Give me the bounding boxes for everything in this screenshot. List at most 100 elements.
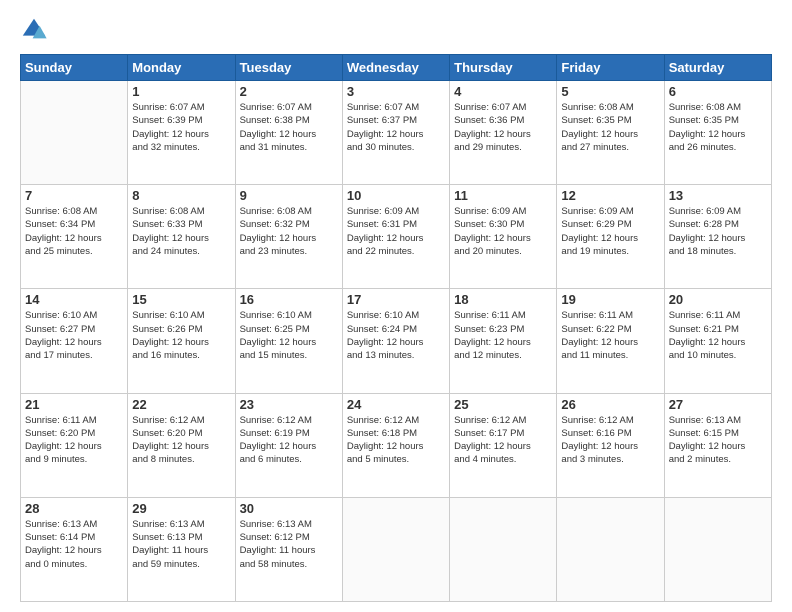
- day-number: 18: [454, 292, 552, 307]
- day-number: 11: [454, 188, 552, 203]
- weekday-header-wednesday: Wednesday: [342, 55, 449, 81]
- calendar-cell: 3 Sunrise: 6:07 AMSunset: 6:37 PMDaylight…: [342, 81, 449, 185]
- day-number: 6: [669, 84, 767, 99]
- logo-icon: [20, 16, 48, 44]
- calendar-cell: 21 Sunrise: 6:11 AMSunset: 6:20 PMDayligh…: [21, 393, 128, 497]
- day-number: 20: [669, 292, 767, 307]
- calendar-week-row: 7Sunrise: 6:08 AMSunset: 6:34 PMDaylight…: [21, 185, 772, 289]
- calendar-cell: 28 Sunrise: 6:13 AMSunset: 6:14 PMDayligh…: [21, 497, 128, 601]
- day-info: Sunrise: 6:11 AMSunset: 6:23 PMDaylight:…: [454, 309, 552, 362]
- day-number: 26: [561, 397, 659, 412]
- day-number: 21: [25, 397, 123, 412]
- day-info: Sunrise: 6:08 AMSunset: 6:35 PMDaylight:…: [669, 101, 767, 154]
- day-number: 9: [240, 188, 338, 203]
- day-number: 3: [347, 84, 445, 99]
- calendar-cell: 10 Sunrise: 6:09 AMSunset: 6:31 PMDayligh…: [342, 185, 449, 289]
- weekday-header-tuesday: Tuesday: [235, 55, 342, 81]
- calendar-cell: 24 Sunrise: 6:12 AMSunset: 6:18 PMDayligh…: [342, 393, 449, 497]
- calendar-cell: 20Sunrise: 6:11 AMSunset: 6:21 PMDayligh…: [664, 289, 771, 393]
- day-number: 1: [132, 84, 230, 99]
- calendar-cell: 15 Sunrise: 6:10 AMSunset: 6:26 PMDayligh…: [128, 289, 235, 393]
- day-number: 23: [240, 397, 338, 412]
- day-number: 4: [454, 84, 552, 99]
- weekday-header-friday: Friday: [557, 55, 664, 81]
- day-info: Sunrise: 6:09 AMSunset: 6:30 PMDaylight:…: [454, 205, 552, 258]
- calendar-cell: 27Sunrise: 6:13 AMSunset: 6:15 PMDayligh…: [664, 393, 771, 497]
- calendar-cell: 8 Sunrise: 6:08 AMSunset: 6:33 PMDaylight…: [128, 185, 235, 289]
- day-info: Sunrise: 6:07 AMSunset: 6:38 PMDaylight:…: [240, 101, 338, 154]
- day-info: Sunrise: 6:12 AMSunset: 6:20 PMDaylight:…: [132, 414, 230, 467]
- day-info: Sunrise: 6:07 AMSunset: 6:39 PMDaylight:…: [132, 101, 230, 154]
- calendar-cell: 6 Sunrise: 6:08 AMSunset: 6:35 PMDaylight…: [664, 81, 771, 185]
- weekday-header-monday: Monday: [128, 55, 235, 81]
- calendar-cell: 7Sunrise: 6:08 AMSunset: 6:34 PMDaylight…: [21, 185, 128, 289]
- day-info: Sunrise: 6:12 AMSunset: 6:19 PMDaylight:…: [240, 414, 338, 467]
- day-number: 16: [240, 292, 338, 307]
- day-number: 14: [25, 292, 123, 307]
- day-number: 13: [669, 188, 767, 203]
- calendar-body: 1 Sunrise: 6:07 AMSunset: 6:39 PMDaylight…: [21, 81, 772, 602]
- day-info: Sunrise: 6:12 AMSunset: 6:16 PMDaylight:…: [561, 414, 659, 467]
- day-info: Sunrise: 6:12 AMSunset: 6:17 PMDaylight:…: [454, 414, 552, 467]
- calendar-cell: 12 Sunrise: 6:09 AMSunset: 6:29 PMDayligh…: [557, 185, 664, 289]
- calendar-header: SundayMondayTuesdayWednesdayThursdayFrid…: [21, 55, 772, 81]
- day-info: Sunrise: 6:07 AMSunset: 6:36 PMDaylight:…: [454, 101, 552, 154]
- day-info: Sunrise: 6:10 AMSunset: 6:25 PMDaylight:…: [240, 309, 338, 362]
- day-info: Sunrise: 6:09 AMSunset: 6:31 PMDaylight:…: [347, 205, 445, 258]
- day-info: Sunrise: 6:11 AMSunset: 6:22 PMDaylight:…: [561, 309, 659, 362]
- day-number: 28: [25, 501, 123, 516]
- day-info: Sunrise: 6:08 AMSunset: 6:33 PMDaylight:…: [132, 205, 230, 258]
- calendar-cell: 2 Sunrise: 6:07 AMSunset: 6:38 PMDaylight…: [235, 81, 342, 185]
- day-number: 29: [132, 501, 230, 516]
- weekday-header-saturday: Saturday: [664, 55, 771, 81]
- day-info: Sunrise: 6:13 AMSunset: 6:12 PMDaylight:…: [240, 518, 338, 571]
- day-info: Sunrise: 6:09 AMSunset: 6:29 PMDaylight:…: [561, 205, 659, 258]
- day-number: 2: [240, 84, 338, 99]
- page: SundayMondayTuesdayWednesdayThursdayFrid…: [0, 0, 792, 612]
- header: [20, 16, 772, 44]
- calendar-cell: 22 Sunrise: 6:12 AMSunset: 6:20 PMDayligh…: [128, 393, 235, 497]
- day-info: Sunrise: 6:07 AMSunset: 6:37 PMDaylight:…: [347, 101, 445, 154]
- day-info: Sunrise: 6:12 AMSunset: 6:18 PMDaylight:…: [347, 414, 445, 467]
- day-info: Sunrise: 6:13 AMSunset: 6:14 PMDaylight:…: [25, 518, 123, 571]
- calendar-cell: [557, 497, 664, 601]
- calendar-cell: 16 Sunrise: 6:10 AMSunset: 6:25 PMDayligh…: [235, 289, 342, 393]
- calendar-cell: 29 Sunrise: 6:13 AMSunset: 6:13 PMDayligh…: [128, 497, 235, 601]
- day-info: Sunrise: 6:11 AMSunset: 6:20 PMDaylight:…: [25, 414, 123, 467]
- calendar-week-row: 28 Sunrise: 6:13 AMSunset: 6:14 PMDayligh…: [21, 497, 772, 601]
- day-info: Sunrise: 6:10 AMSunset: 6:24 PMDaylight:…: [347, 309, 445, 362]
- calendar-cell: 25Sunrise: 6:12 AMSunset: 6:17 PMDayligh…: [450, 393, 557, 497]
- calendar-cell: 30Sunrise: 6:13 AMSunset: 6:12 PMDayligh…: [235, 497, 342, 601]
- day-number: 8: [132, 188, 230, 203]
- day-info: Sunrise: 6:13 AMSunset: 6:15 PMDaylight:…: [669, 414, 767, 467]
- calendar-week-row: 14 Sunrise: 6:10 AMSunset: 6:27 PMDayligh…: [21, 289, 772, 393]
- calendar-cell: 11 Sunrise: 6:09 AMSunset: 6:30 PMDayligh…: [450, 185, 557, 289]
- day-number: 15: [132, 292, 230, 307]
- calendar-cell: [21, 81, 128, 185]
- calendar-cell: 13Sunrise: 6:09 AMSunset: 6:28 PMDayligh…: [664, 185, 771, 289]
- calendar-cell: 4 Sunrise: 6:07 AMSunset: 6:36 PMDaylight…: [450, 81, 557, 185]
- weekday-header-sunday: Sunday: [21, 55, 128, 81]
- day-number: 17: [347, 292, 445, 307]
- calendar-cell: 17 Sunrise: 6:10 AMSunset: 6:24 PMDayligh…: [342, 289, 449, 393]
- weekday-header-thursday: Thursday: [450, 55, 557, 81]
- calendar-cell: 1 Sunrise: 6:07 AMSunset: 6:39 PMDaylight…: [128, 81, 235, 185]
- day-number: 22: [132, 397, 230, 412]
- calendar-cell: [450, 497, 557, 601]
- day-info: Sunrise: 6:08 AMSunset: 6:35 PMDaylight:…: [561, 101, 659, 154]
- day-number: 24: [347, 397, 445, 412]
- day-info: Sunrise: 6:10 AMSunset: 6:26 PMDaylight:…: [132, 309, 230, 362]
- calendar-cell: 18 Sunrise: 6:11 AMSunset: 6:23 PMDayligh…: [450, 289, 557, 393]
- day-number: 12: [561, 188, 659, 203]
- day-number: 19: [561, 292, 659, 307]
- calendar-week-row: 1 Sunrise: 6:07 AMSunset: 6:39 PMDaylight…: [21, 81, 772, 185]
- calendar-cell: 9 Sunrise: 6:08 AMSunset: 6:32 PMDaylight…: [235, 185, 342, 289]
- day-info: Sunrise: 6:10 AMSunset: 6:27 PMDaylight:…: [25, 309, 123, 362]
- calendar-cell: [342, 497, 449, 601]
- day-number: 5: [561, 84, 659, 99]
- day-info: Sunrise: 6:08 AMSunset: 6:32 PMDaylight:…: [240, 205, 338, 258]
- calendar-cell: 19 Sunrise: 6:11 AMSunset: 6:22 PMDayligh…: [557, 289, 664, 393]
- day-info: Sunrise: 6:13 AMSunset: 6:13 PMDaylight:…: [132, 518, 230, 571]
- day-number: 10: [347, 188, 445, 203]
- logo: [20, 16, 52, 44]
